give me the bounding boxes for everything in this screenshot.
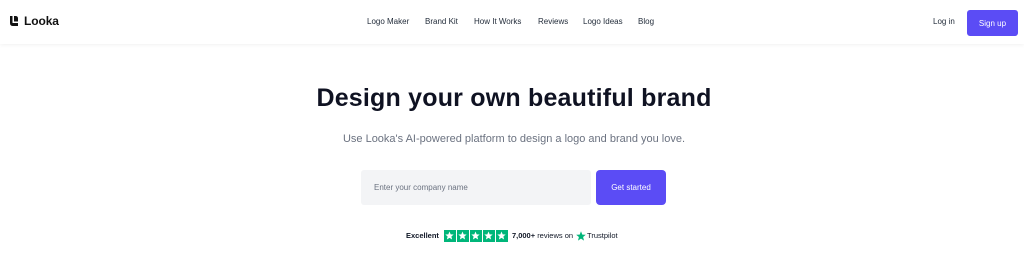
nav-item-logo-ideas[interactable]: Logo Ideas — [583, 17, 623, 26]
signup-button[interactable]: Sign up — [967, 10, 1018, 36]
star-icon — [469, 229, 482, 242]
star-icon — [482, 229, 495, 242]
reviews-on-label: reviews on — [537, 231, 574, 240]
trustpilot-rating[interactable]: Excellent 7,000+ reviews on Trustpilot — [406, 229, 618, 242]
star-icon — [443, 229, 456, 242]
login-link[interactable]: Log in — [933, 17, 955, 26]
nav-item-logo-maker[interactable]: Logo Maker — [367, 17, 409, 26]
trustpilot-star-icon — [576, 230, 586, 241]
trustpilot-logo: Trustpilot — [576, 230, 618, 241]
nav-item-blog[interactable]: Blog — [638, 17, 654, 26]
get-started-button[interactable]: Get started — [596, 170, 666, 205]
company-name-form: Get started — [361, 170, 667, 205]
star-icon — [495, 229, 508, 242]
company-name-input[interactable] — [361, 170, 591, 205]
nav-item-brand-kit[interactable]: Brand Kit — [425, 17, 458, 26]
hero-title: Design your own beautiful brand — [316, 84, 712, 112]
rating-stars — [443, 229, 508, 242]
reviews-count: 7,000+ — [511, 231, 536, 240]
trustpilot-label: Trustpilot — [587, 231, 618, 240]
main-nav: Logo Maker Brand Kit How It Works Review… — [0, 17, 1024, 29]
nav-item-how-it-works[interactable]: How It Works — [474, 17, 521, 26]
nav-item-reviews[interactable]: Reviews — [538, 17, 568, 26]
hero-subtitle: Use Looka's AI-powered platform to desig… — [342, 133, 686, 145]
top-navigation-bar: Looka Logo Maker Brand Kit How It Works … — [0, 0, 1024, 44]
rating-label: Excellent — [406, 231, 439, 240]
reviews-text: 7,000+ reviews on — [512, 231, 573, 240]
star-icon — [456, 229, 469, 242]
